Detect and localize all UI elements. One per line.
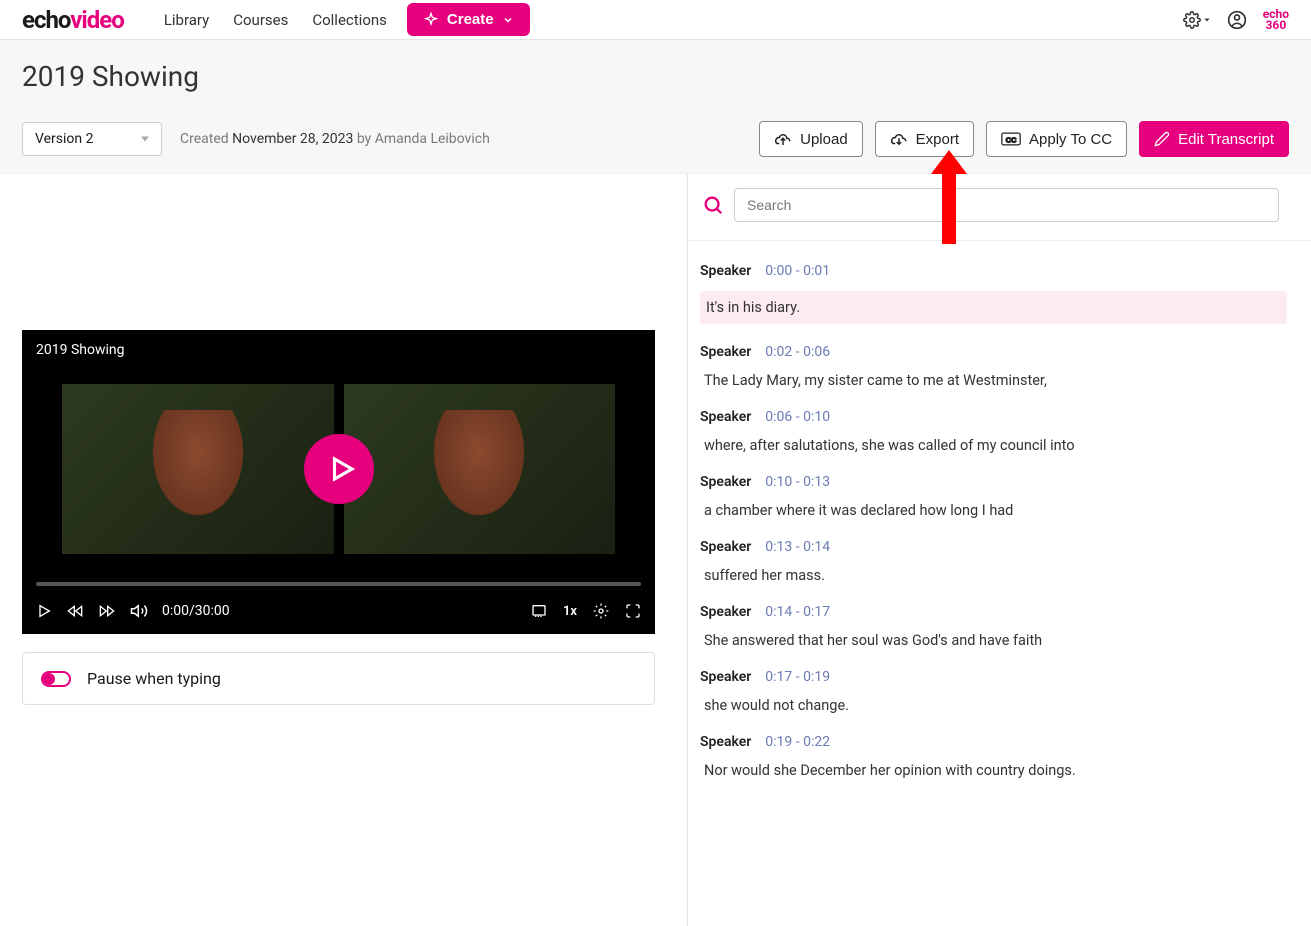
segment-speaker: Speaker — [700, 409, 751, 425]
pause-when-typing-row: Pause when typing — [22, 652, 655, 705]
apply-cc-button[interactable]: CC Apply To CC — [986, 121, 1127, 157]
edit-transcript-button[interactable]: Edit Transcript — [1139, 121, 1289, 157]
volume-icon[interactable] — [130, 602, 148, 620]
video-thumbnail-left — [62, 384, 334, 554]
transcript-segment[interactable]: Speaker 0:19 - 0:22 Nor would she December… — [694, 724, 1293, 789]
segment-speaker: Speaker — [700, 263, 751, 279]
settings-dropdown[interactable] — [1183, 11, 1211, 29]
transcript-segment[interactable]: Speaker 0:17 - 0:19 she would not change. — [694, 659, 1293, 724]
search-icon — [702, 194, 724, 216]
segment-time: 0:19 - 0:22 — [765, 734, 830, 750]
segment-header: Speaker 0:00 - 0:01 — [700, 263, 1287, 279]
transcript-segment[interactable]: Speaker 0:06 - 0:10 where, after salutatio… — [694, 399, 1293, 464]
export-icon — [890, 130, 908, 148]
segment-speaker: Speaker — [700, 669, 751, 685]
segment-text[interactable]: a chamber where it was declared how long… — [700, 502, 1287, 519]
search-input[interactable] — [734, 188, 1279, 222]
nav-courses[interactable]: Courses — [233, 11, 288, 29]
segment-text[interactable]: The Lady Mary, my sister came to me at W… — [700, 372, 1287, 389]
nav-library[interactable]: Library — [164, 11, 209, 29]
transcript-segment[interactable]: Speaker 0:13 - 0:14 suffered her mass. — [694, 529, 1293, 594]
video-thumbnail-right — [344, 384, 616, 554]
play-icon — [327, 454, 357, 484]
segment-speaker: Speaker — [700, 474, 751, 490]
transcript-segment[interactable]: Speaker 0:10 - 0:13 a chamber where it was… — [694, 464, 1293, 529]
segment-time: 0:13 - 0:14 — [765, 539, 830, 555]
play-small-icon[interactable] — [36, 603, 52, 619]
transcript-list[interactable]: Speaker0:00 - 0:01It's in his diary.Spea… — [688, 241, 1311, 926]
pause-toggle[interactable] — [41, 671, 71, 687]
pause-label: Pause when typing — [87, 669, 221, 688]
user-icon[interactable] — [1227, 10, 1247, 30]
export-button[interactable]: Export — [875, 121, 974, 157]
play-button[interactable] — [304, 434, 374, 504]
segment-text[interactable]: Nor would she December her opinion with … — [700, 762, 1287, 779]
segment-text[interactable]: She answered that her soul was God's and… — [700, 632, 1287, 649]
segment-text[interactable]: It's in his diary. — [706, 299, 1281, 316]
version-select[interactable]: Version 2 — [22, 122, 162, 156]
segment-time: 0:17 - 0:19 — [765, 669, 830, 685]
segment-speaker: Speaker — [700, 539, 751, 555]
brand-logo[interactable]: echovideo — [22, 6, 124, 34]
sparkle-icon — [423, 12, 439, 28]
main-content: 2019 Showing 0:00/30:00 — [0, 174, 1311, 926]
pencil-icon — [1154, 131, 1170, 147]
segment-time: 0:00 - 0:01 — [765, 263, 830, 279]
create-button[interactable]: Create — [407, 3, 530, 36]
segment-header: Speaker 0:06 - 0:10 — [700, 409, 1287, 425]
speed-control[interactable]: 1x — [563, 604, 577, 619]
segment-speaker: Speaker — [700, 344, 751, 360]
cc-icon: CC — [1001, 132, 1021, 146]
transcript-segment[interactable]: Speaker 0:00 - 0:01 It's in his diary. — [694, 253, 1293, 334]
video-player: 2019 Showing 0:00/30:00 — [22, 330, 655, 634]
top-nav: echovideo Library Courses Collections Cr… — [0, 0, 1311, 40]
page-subheader: 2019 Showing Version 2 Created November … — [0, 40, 1311, 174]
transcript-segment[interactable]: Speaker 0:14 - 0:17 She answered that her … — [694, 594, 1293, 659]
echo360-logo[interactable]: echo360 — [1263, 9, 1289, 31]
caret-down-icon — [1203, 16, 1211, 24]
segment-header: Speaker 0:02 - 0:06 — [700, 344, 1287, 360]
upload-button[interactable]: Upload — [759, 121, 863, 157]
chevron-down-icon — [502, 14, 514, 26]
segment-speaker: Speaker — [700, 734, 751, 750]
segment-time: 0:14 - 0:17 — [765, 604, 830, 620]
transcript-panel: Speaker0:00 - 0:01It's in his diary.Spea… — [688, 174, 1311, 926]
created-info: Created November 28, 2023 by Amanda Leib… — [180, 131, 490, 147]
segment-time: 0:02 - 0:06 — [765, 344, 830, 360]
video-frame — [22, 370, 655, 568]
segment-header: Speaker 0:14 - 0:17 — [700, 604, 1287, 620]
layout-icon[interactable] — [531, 603, 547, 619]
nav-collections[interactable]: Collections — [312, 11, 387, 29]
search-row — [688, 174, 1311, 241]
segment-speaker: Speaker — [700, 604, 751, 620]
segment-time: 0:10 - 0:13 — [765, 474, 830, 490]
nav-right: echo360 — [1183, 9, 1289, 31]
action-buttons: Upload Export CC Apply To CC Edit Transc… — [759, 121, 1289, 157]
nav-links: Library Courses Collections — [164, 11, 387, 29]
upload-icon — [774, 130, 792, 148]
segment-text[interactable]: she would not change. — [700, 697, 1287, 714]
segment-header: Speaker 0:19 - 0:22 — [700, 734, 1287, 750]
video-controls: 0:00/30:00 1x — [22, 586, 655, 634]
video-timecode: 0:00/30:00 — [162, 603, 230, 619]
svg-text:CC: CC — [1006, 135, 1017, 144]
page-title: 2019 Showing — [22, 60, 1289, 93]
settings-small-icon[interactable] — [593, 603, 609, 619]
segment-header: Speaker 0:13 - 0:14 — [700, 539, 1287, 555]
segment-time: 0:06 - 0:10 — [765, 409, 830, 425]
video-title: 2019 Showing — [22, 330, 655, 370]
video-panel: 2019 Showing 0:00/30:00 — [0, 174, 688, 926]
gear-icon — [1183, 11, 1201, 29]
segment-text[interactable]: where, after salutations, she was called… — [700, 437, 1287, 454]
rewind-icon[interactable] — [66, 603, 84, 619]
forward-icon[interactable] — [98, 603, 116, 619]
segment-text[interactable]: suffered her mass. — [700, 567, 1287, 584]
transcript-segment[interactable]: Speaker 0:02 - 0:06 The Lady Mary, my sist… — [694, 334, 1293, 399]
segment-header: Speaker 0:17 - 0:19 — [700, 669, 1287, 685]
fullscreen-icon[interactable] — [625, 603, 641, 619]
segment-header: Speaker 0:10 - 0:13 — [700, 474, 1287, 490]
